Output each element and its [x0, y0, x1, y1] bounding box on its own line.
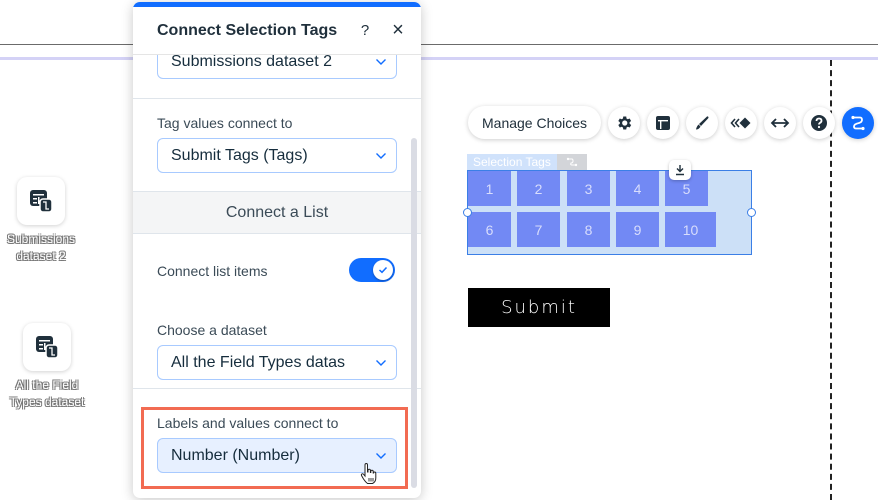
- panel-title: Connect Selection Tags: [157, 21, 338, 39]
- chevron-down-icon: [366, 58, 396, 66]
- choose-dataset-dropdown[interactable]: All the Field Types datas: [157, 345, 397, 380]
- dataset-label-line2: dataset 2: [16, 249, 66, 263]
- dataset-all-field-types[interactable]: All the Field Types dataset: [2, 323, 92, 411]
- panel-scrollbar[interactable]: [411, 138, 417, 488]
- choose-dataset-value: All the Field Types datas: [171, 353, 346, 371]
- toggle-knob: [373, 260, 393, 280]
- close-icon: ×: [392, 19, 404, 41]
- connect-list-items-label: Connect list items: [157, 263, 268, 279]
- panel-header[interactable]: Connect Selection Tags ? ×: [133, 7, 421, 55]
- connect-selection-tags-panel: Connect Selection Tags ? × Submissions d…: [133, 2, 421, 498]
- gear-icon: [618, 115, 632, 130]
- connect-list-items-toggle[interactable]: [349, 258, 395, 282]
- tag-item[interactable]: 4: [616, 171, 659, 206]
- tag-item[interactable]: 6: [468, 212, 511, 247]
- tag-values-dropdown[interactable]: Submit Tags (Tags): [157, 138, 397, 173]
- tag-values-label: Tag values connect to: [157, 115, 293, 131]
- close-button[interactable]: ×: [388, 19, 408, 41]
- section-boundary: [0, 57, 878, 60]
- connection-indicator-icon: [556, 154, 587, 170]
- component-name-label: Selection Tags: [467, 154, 557, 170]
- tag-values-section: Tag values connect to Submit Tags (Tags): [133, 99, 421, 192]
- dataset-label: Submissions dataset 2: [0, 231, 86, 265]
- dataset-label-line2: Types dataset: [9, 395, 85, 409]
- component-toolbar: Manage Choices: [468, 106, 875, 139]
- manage-choices-button[interactable]: Manage Choices: [468, 106, 602, 139]
- layout-icon: [656, 115, 671, 130]
- dataset-submissions-2[interactable]: Submissions dataset 2: [0, 177, 86, 265]
- tag-item[interactable]: 9: [616, 212, 659, 247]
- editor-canvas: Submissions dataset 2 All the Field Type…: [0, 0, 878, 500]
- dataset-icon: [17, 177, 65, 225]
- stretch-button[interactable]: [764, 106, 797, 139]
- dataset-dropdown-value: Submissions dataset 2: [171, 52, 332, 70]
- hand-cursor-icon: [360, 463, 377, 484]
- brush-icon: [696, 115, 709, 129]
- component-name-tag: Selection Tags: [467, 154, 587, 170]
- dataset-label-line1: Submissions: [6, 232, 76, 246]
- download-icon[interactable]: [669, 160, 691, 180]
- connect-a-list-heading: Connect a List: [133, 191, 421, 234]
- resize-handle-right[interactable]: [747, 208, 756, 217]
- chevron-down-icon: [366, 152, 396, 160]
- tag-item[interactable]: 1: [468, 171, 511, 206]
- tag-item[interactable]: 3: [567, 171, 610, 206]
- tag-values-dropdown-value: Submit Tags (Tags): [171, 146, 308, 164]
- dataset-icon: [23, 323, 71, 371]
- layout-button[interactable]: [647, 106, 680, 139]
- question-icon: ?: [360, 22, 370, 39]
- resize-handle-left[interactable]: [463, 208, 472, 217]
- selection-tags-component[interactable]: 1 2 3 4 5 6 7 8 9 10: [463, 170, 756, 255]
- help-button[interactable]: ?: [355, 21, 375, 41]
- tag-item[interactable]: 8: [567, 212, 610, 247]
- chevron-down-icon: [366, 359, 396, 367]
- help-icon: [811, 114, 828, 131]
- section-divider: [133, 388, 421, 389]
- help-toolbar-button[interactable]: [803, 106, 836, 139]
- checkmark-icon: [378, 266, 388, 274]
- choose-dataset-label: Choose a dataset: [157, 322, 267, 338]
- dataset-label-line1: All the Field: [15, 378, 79, 392]
- tag-item[interactable]: 7: [517, 212, 560, 247]
- connect-data-icon: [851, 115, 865, 130]
- submit-button[interactable]: Submit: [468, 288, 610, 327]
- animation-button[interactable]: [725, 106, 758, 139]
- tag-item[interactable]: 2: [517, 171, 560, 206]
- design-button[interactable]: [686, 106, 719, 139]
- tag-item[interactable]: 10: [665, 212, 716, 247]
- header-divider: [0, 44, 878, 45]
- settings-button[interactable]: [608, 106, 641, 139]
- dataset-label: All the Field Types dataset: [2, 377, 92, 411]
- stretch-icon: [770, 117, 790, 128]
- animation-icon: [730, 117, 751, 128]
- connect-data-button[interactable]: [842, 106, 875, 139]
